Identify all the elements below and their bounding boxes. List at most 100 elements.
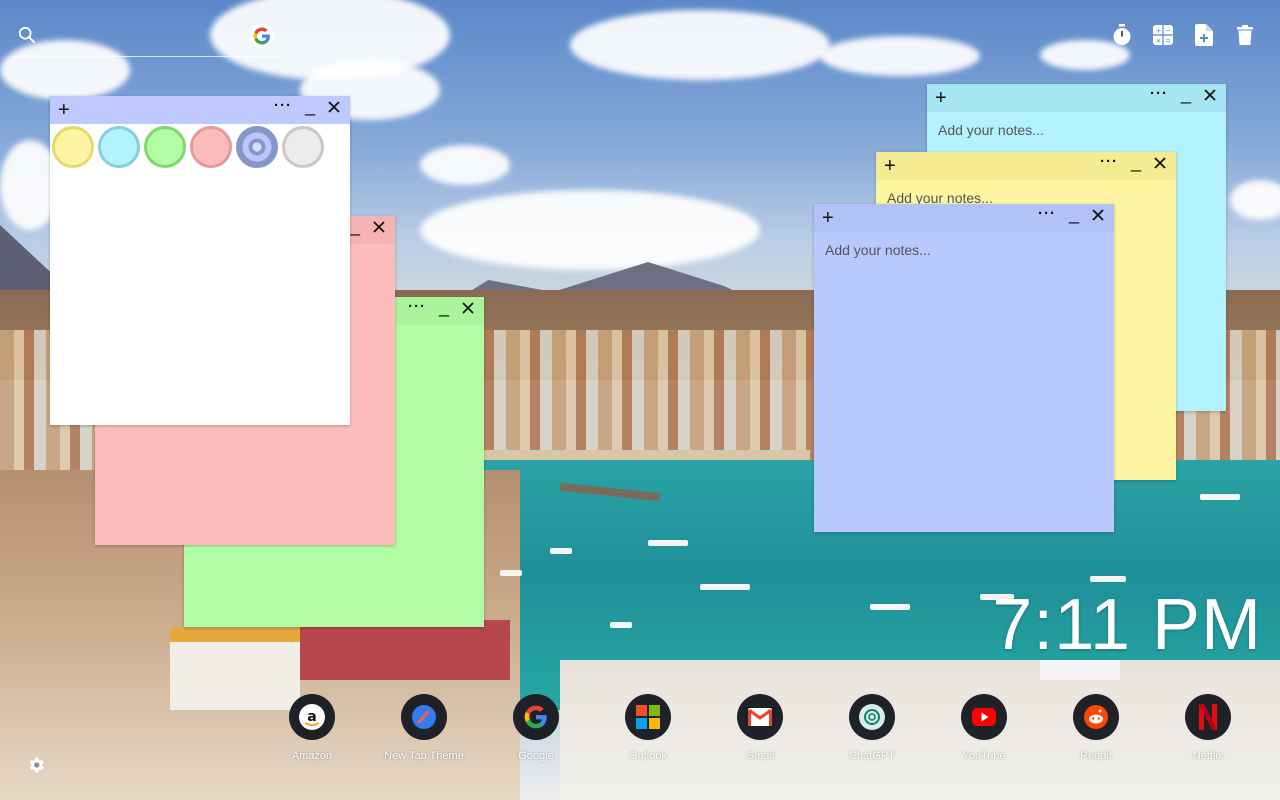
lavender-swatch[interactable] [236, 126, 278, 168]
yellow-swatch[interactable] [52, 126, 94, 168]
boat [500, 570, 522, 576]
chatgpt-icon [859, 704, 885, 730]
grey-swatch[interactable] [282, 126, 324, 168]
more-icon[interactable]: ··· [408, 298, 426, 315]
shortcut-outlook[interactable]: Outlook [598, 694, 698, 762]
green-swatch[interactable] [144, 126, 186, 168]
close-icon[interactable] [460, 300, 476, 316]
boat [648, 540, 688, 546]
note-lavender: + ··· _ [814, 204, 1114, 532]
shortcut-chatgpt[interactable]: ChatGPT [822, 694, 922, 762]
more-icon[interactable]: ··· [1038, 205, 1056, 222]
cloud [1230, 180, 1280, 220]
shortcut-label: Outlook [629, 750, 667, 762]
shortcut-icon-container: a [289, 694, 335, 740]
more-icon[interactable]: ··· [1150, 85, 1168, 102]
shortcut-label: Reddit [1080, 750, 1112, 762]
shortcut-reddit[interactable]: Reddit [1046, 694, 1146, 762]
shortcut-icon-container [737, 694, 783, 740]
more-icon[interactable]: ··· [1100, 153, 1118, 170]
shortcut-label: Google [518, 750, 554, 762]
shortcut-icon-container [961, 694, 1007, 740]
shortcut-label: YouTube [962, 750, 1006, 762]
note-header: + ··· _ [876, 152, 1176, 180]
minimize-icon[interactable]: _ [1181, 84, 1191, 105]
note-header: + ··· _ [927, 84, 1226, 112]
minimize-icon[interactable]: _ [350, 216, 360, 237]
close-icon[interactable] [326, 99, 342, 115]
shortcut-label: Netflix [1192, 750, 1224, 762]
settings-gear-icon[interactable] [26, 755, 46, 775]
shortcut-amazon[interactable]: a Amazon [262, 694, 362, 762]
svg-text:+: + [1156, 27, 1162, 35]
shortcut-label: ChatGPT [849, 750, 895, 762]
more-icon[interactable]: ··· [274, 97, 292, 114]
shortcut-icon-container [1185, 694, 1231, 740]
minimize-icon[interactable]: _ [1131, 152, 1141, 173]
boat [870, 604, 910, 610]
svg-text:−: − [1165, 27, 1171, 35]
shortcut-netflix[interactable]: Netflix [1158, 694, 1258, 762]
top-toolbar: + − × = [1111, 24, 1256, 46]
boat [1090, 576, 1126, 582]
shortcut-icon-container [513, 694, 559, 740]
boat [550, 548, 572, 554]
gmail-icon [748, 708, 772, 726]
note-text-input[interactable] [823, 240, 1107, 526]
shortcut-label: Gmail [745, 750, 775, 762]
netflix-icon [1199, 704, 1217, 730]
color-palette [52, 126, 324, 168]
add-note-button[interactable] [1193, 24, 1215, 46]
roof [170, 628, 300, 642]
cloud [420, 145, 510, 185]
shortcut-label: New Tab Theme [384, 750, 464, 762]
minimize-icon[interactable]: _ [439, 297, 449, 318]
pink-swatch[interactable] [190, 126, 232, 168]
minimize-icon[interactable]: _ [1069, 204, 1079, 225]
timer-button[interactable] [1111, 24, 1133, 46]
clock: 7:11 PM [992, 585, 1262, 665]
timer-icon [1113, 24, 1131, 45]
svg-text:=: = [1165, 37, 1171, 45]
close-icon[interactable] [1090, 207, 1106, 223]
shortcut-new-tab-theme[interactable]: New Tab Theme [374, 694, 474, 762]
trash-icon [1237, 25, 1253, 45]
shortcut-google[interactable]: Google [486, 694, 586, 762]
note-header: + ··· _ [814, 204, 1114, 232]
microsoft-icon [636, 705, 660, 729]
add-icon[interactable]: + [822, 206, 834, 230]
google-search-button[interactable] [250, 24, 274, 48]
house [300, 620, 510, 680]
boat [610, 622, 632, 628]
google-icon [253, 27, 270, 45]
search-input[interactable] [46, 24, 250, 52]
shortcut-icon-container [625, 694, 671, 740]
shortcut-label: Amazon [291, 750, 333, 762]
close-icon[interactable] [371, 219, 387, 235]
search-icon[interactable] [18, 26, 36, 44]
add-icon[interactable]: + [58, 98, 70, 122]
minimize-icon[interactable]: _ [305, 96, 315, 117]
close-icon[interactable] [1202, 87, 1218, 103]
note-header: + ··· _ [50, 96, 350, 124]
shortcut-gmail[interactable]: Gmail [710, 694, 810, 762]
calculator-icon: + − × = [1153, 25, 1173, 45]
calculator-button[interactable]: + − × = [1152, 24, 1174, 46]
amazon-icon: a [299, 704, 325, 730]
cloud [570, 10, 830, 80]
cyan-swatch[interactable] [98, 126, 140, 168]
shortcut-icon-container [1073, 694, 1119, 740]
shortcut-dock: a Amazon New Tab Theme Google Outlook Gm… [278, 694, 1258, 774]
svg-text:×: × [1156, 37, 1162, 45]
note-white: + ··· _ [50, 96, 350, 425]
delete-button[interactable] [1234, 24, 1256, 46]
add-icon[interactable]: + [884, 154, 896, 178]
shortcut-icon-container [849, 694, 895, 740]
shortcut-youtube[interactable]: YouTube [934, 694, 1034, 762]
shortcut-icon-container [401, 694, 447, 740]
close-icon[interactable] [1152, 155, 1168, 171]
add-icon[interactable]: + [935, 86, 947, 110]
cloud [820, 36, 980, 76]
cloud [420, 190, 760, 270]
svg-text:a: a [307, 709, 316, 725]
